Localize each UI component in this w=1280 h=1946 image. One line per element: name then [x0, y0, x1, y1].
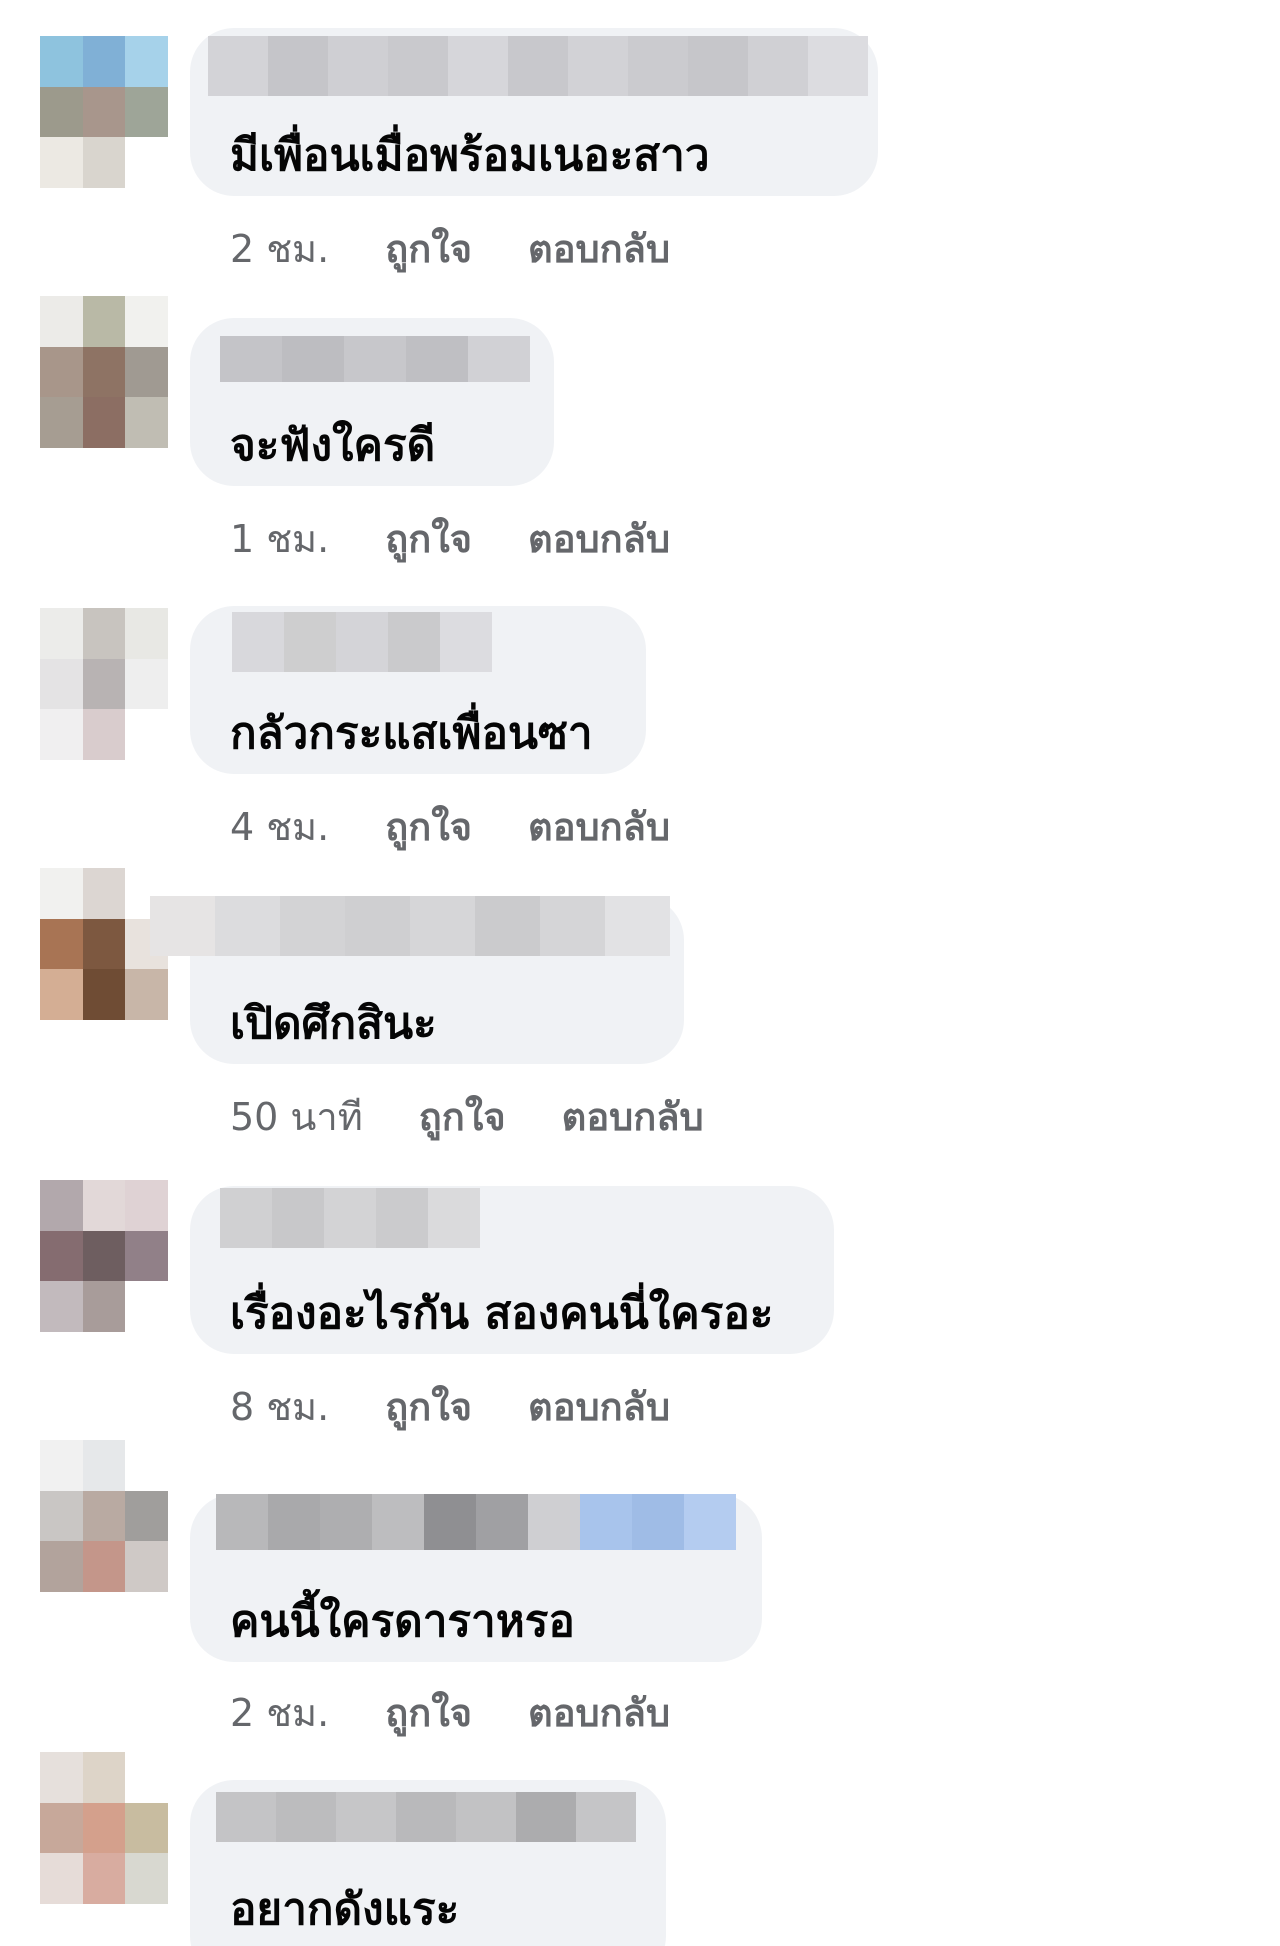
reply-button[interactable]: ตอบกลับ	[528, 796, 670, 857]
comment-bubble: กลัวกระแสเพื่อนซา	[190, 606, 646, 774]
commenter-name[interactable]	[220, 1188, 480, 1248]
like-button[interactable]: ถูกใจ	[419, 1086, 506, 1147]
avatar[interactable]	[40, 608, 168, 760]
comment-bubble: เปิดศึกสินะ	[150, 896, 684, 1064]
comment-text: คนนี้ใครดาราหรอ	[230, 1596, 575, 1647]
avatar[interactable]	[40, 1180, 168, 1332]
avatar[interactable]	[40, 868, 168, 1020]
avatar[interactable]	[40, 1440, 168, 1592]
commenter-name[interactable]	[216, 1494, 736, 1550]
comment-text: เรื่องอะไรกัน สองคนนี่ใครอะ	[230, 1288, 774, 1339]
like-button[interactable]: ถูกใจ	[385, 218, 472, 279]
comment-actions: 1 ชม. ถูกใจ ตอบกลับ	[230, 508, 670, 569]
comment-text: มีเพื่อนเมื่อพร้อมเนอะสาว	[230, 130, 710, 181]
comment-text: จะฟังใครดี	[230, 420, 436, 471]
comment-text: กลัวกระแสเพื่อนซา	[230, 708, 593, 759]
comment-actions: 8 ชม. ถูกใจ ตอบกลับ	[230, 1376, 670, 1437]
comment-text: เปิดศึกสินะ	[230, 998, 437, 1049]
reply-button[interactable]: ตอบกลับ	[528, 508, 670, 569]
comment-bubble: จะฟังใครดี	[190, 318, 554, 486]
comment-timestamp[interactable]: 50 นาที	[230, 1086, 363, 1147]
comment-bubble: อยากดังแระ	[190, 1780, 666, 1946]
comment-bubble: คนนี้ใครดาราหรอ	[190, 1494, 762, 1662]
like-button[interactable]: ถูกใจ	[385, 796, 472, 857]
comment-actions: 2 ชม. ถูกใจ ตอบกลับ	[230, 218, 670, 279]
comment-timestamp[interactable]: 2 ชม.	[230, 218, 329, 279]
comment-text: อยากดังแระ	[230, 1884, 460, 1935]
reply-button[interactable]: ตอบกลับ	[528, 1376, 670, 1437]
commenter-name[interactable]	[216, 1792, 636, 1842]
like-button[interactable]: ถูกใจ	[385, 508, 472, 569]
commenter-name[interactable]	[150, 896, 670, 956]
comment-timestamp[interactable]: 1 ชม.	[230, 508, 329, 569]
like-button[interactable]: ถูกใจ	[385, 1682, 472, 1743]
comment-actions: 4 ชม. ถูกใจ ตอบกลับ	[230, 796, 670, 857]
avatar[interactable]	[40, 36, 168, 188]
reply-button[interactable]: ตอบกลับ	[528, 1682, 670, 1743]
comment-bubble: มีเพื่อนเมื่อพร้อมเนอะสาว	[190, 28, 878, 196]
commenter-name[interactable]	[208, 36, 868, 96]
comment-bubble: เรื่องอะไรกัน สองคนนี่ใครอะ	[190, 1186, 834, 1354]
avatar[interactable]	[40, 296, 168, 448]
comment-timestamp[interactable]: 4 ชม.	[230, 796, 329, 857]
avatar[interactable]	[40, 1752, 168, 1904]
comment-timestamp[interactable]: 2 ชม.	[230, 1682, 329, 1743]
commenter-name[interactable]	[220, 336, 530, 382]
reply-button[interactable]: ตอบกลับ	[528, 218, 670, 279]
like-button[interactable]: ถูกใจ	[385, 1376, 472, 1437]
comment-actions: 50 นาที ถูกใจ ตอบกลับ	[230, 1086, 704, 1147]
comment-actions: 2 ชม. ถูกใจ ตอบกลับ	[230, 1682, 670, 1743]
reply-button[interactable]: ตอบกลับ	[562, 1086, 704, 1147]
commenter-name[interactable]	[232, 612, 492, 672]
comment-timestamp[interactable]: 8 ชม.	[230, 1376, 329, 1437]
